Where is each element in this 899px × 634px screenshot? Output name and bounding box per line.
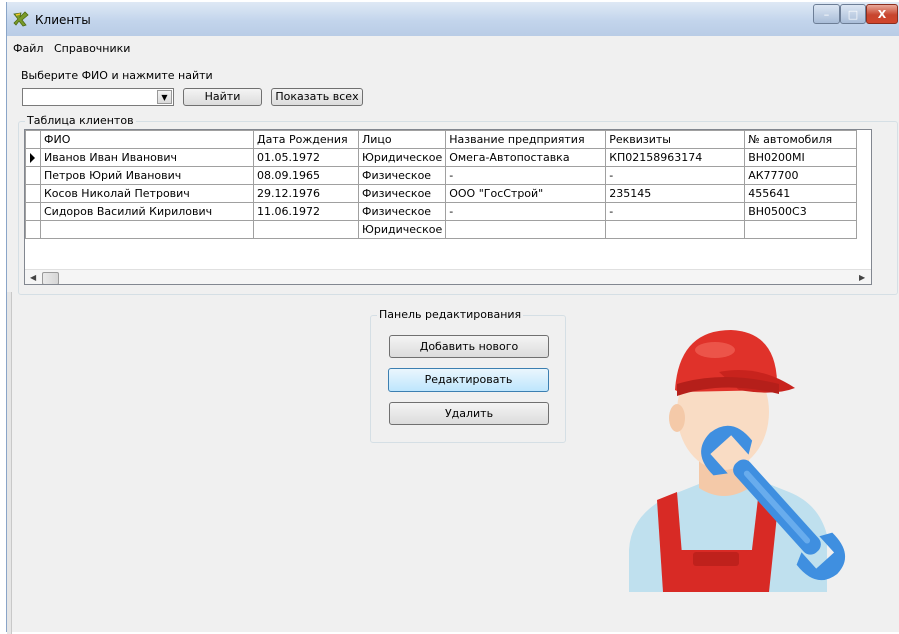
add-new-button[interactable]: Добавить нового [389, 335, 549, 358]
cell-requisites[interactable]: - [605, 202, 746, 221]
row-header[interactable] [25, 166, 41, 185]
table-row[interactable]: Косов Николай Петрович 29.12.1976 Физиче… [25, 184, 858, 203]
cell-birthdate[interactable]: 08.09.1965 [253, 166, 359, 185]
menu-file[interactable]: Файл [13, 42, 43, 55]
cell-car-number[interactable]: 455641 [744, 184, 858, 203]
cell-car-number[interactable]: ВН0200МI [744, 148, 858, 167]
cell-fio[interactable]: Сидоров Василий Кирилович [40, 202, 254, 221]
find-button[interactable]: Найти [183, 88, 262, 106]
close-icon: X [877, 7, 887, 21]
cell-company[interactable]: - [445, 166, 607, 185]
table-row[interactable]: Петров Юрий Иванович 08.09.1965 Физическ… [25, 166, 858, 185]
column-header-company[interactable]: Название предприятия [445, 130, 607, 149]
cell-company[interactable]: ООО "ГосСтрой" [445, 184, 607, 203]
cell-fio[interactable] [40, 220, 254, 239]
column-header-requisites[interactable]: Реквизиты [605, 130, 746, 149]
cell-person-type[interactable]: Физическое [357, 166, 447, 185]
dropdown-arrow-icon[interactable]: ▼ [157, 90, 172, 104]
row-header[interactable] [25, 220, 41, 239]
minimize-button[interactable]: – [813, 4, 840, 24]
row-header[interactable] [25, 148, 41, 167]
app-icon [13, 11, 29, 27]
close-button[interactable]: X [866, 4, 898, 24]
cell-car-number[interactable]: ВН0500С3 [744, 202, 858, 221]
title-bar[interactable]: Клиенты – □ X [7, 2, 899, 36]
cell-company[interactable]: - [445, 202, 607, 221]
show-all-button[interactable]: Показать всех [271, 88, 363, 106]
cell-fio[interactable]: Иванов Иван Иванович [40, 148, 254, 167]
cell-fio[interactable]: Петров Юрий Иванович [40, 166, 254, 185]
scroll-left-icon[interactable]: ◀ [30, 273, 36, 282]
header-corner [25, 130, 41, 149]
cell-company[interactable] [445, 220, 607, 239]
maximize-icon: □ [847, 7, 859, 21]
cell-birthdate[interactable]: 01.05.1972 [253, 148, 359, 167]
horizontal-scrollbar[interactable]: ◀ ▶ [25, 269, 871, 284]
cell-person-type[interactable]: Юридическое [357, 148, 447, 167]
edit-button[interactable]: Редактировать [388, 368, 549, 392]
cell-requisites[interactable] [605, 220, 746, 239]
clients-table-group-title: Таблица клиентов [25, 114, 136, 127]
cell-car-number[interactable]: АК77700 [744, 166, 858, 185]
cell-person-type[interactable]: Физическое [357, 202, 447, 221]
menu-references[interactable]: Справочники [54, 42, 130, 55]
cell-car-number[interactable] [744, 220, 858, 239]
cell-requisites[interactable]: - [605, 166, 746, 185]
column-header-person-type[interactable]: Лицо [357, 130, 447, 149]
maximize-button[interactable]: □ [840, 4, 866, 24]
mechanic-illustration [629, 330, 845, 592]
cell-person-type[interactable]: Юридическое [357, 220, 447, 239]
scroll-right-icon[interactable]: ▶ [859, 273, 865, 282]
column-header-car-number[interactable]: № автомобиля [744, 130, 858, 149]
minimize-icon: – [823, 7, 830, 21]
row-selector-icon [30, 152, 35, 163]
row-header[interactable] [25, 202, 41, 221]
window-left-edge [7, 292, 12, 634]
menu-bar: Файл Справочники [7, 40, 899, 58]
cell-birthdate[interactable]: 11.06.1972 [253, 202, 359, 221]
main-window: Клиенты – □ X Файл Справочники Выберите … [6, 2, 899, 634]
delete-button[interactable]: Удалить [389, 402, 549, 425]
cell-birthdate[interactable]: 29.12.1976 [253, 184, 359, 203]
edit-panel-title: Панель редактирования [377, 308, 524, 321]
row-header[interactable] [25, 184, 41, 203]
table-row[interactable]: Юридическое [25, 220, 858, 239]
cell-birthdate[interactable] [253, 220, 359, 239]
column-header-fio[interactable]: ФИО [40, 130, 254, 149]
table-row[interactable]: Сидоров Василий Кирилович 11.06.1972 Физ… [25, 202, 858, 221]
clients-grid[interactable]: ФИО Дата Рождения Лицо Название предприя… [24, 129, 872, 285]
search-prompt-label: Выберите ФИО и нажмите найти [21, 69, 213, 82]
clients-table: ФИО Дата Рождения Лицо Название предприя… [25, 130, 858, 239]
column-header-birthdate[interactable]: Дата Рождения [253, 130, 359, 149]
window-title: Клиенты [35, 13, 91, 27]
horizontal-scroll-thumb[interactable] [42, 272, 59, 284]
table-header-row: ФИО Дата Рождения Лицо Название предприя… [25, 130, 858, 149]
cell-requisites[interactable]: 235145 [605, 184, 746, 203]
cell-company[interactable]: Омега-Автопоставка [445, 148, 607, 167]
fio-combobox[interactable]: ▼ [22, 88, 174, 106]
cell-fio[interactable]: Косов Николай Петрович [40, 184, 254, 203]
cell-requisites[interactable]: КП02158963174 [605, 148, 746, 167]
cell-person-type[interactable]: Физическое [357, 184, 447, 203]
table-row[interactable]: Иванов Иван Иванович 01.05.1972 Юридичес… [25, 148, 858, 167]
